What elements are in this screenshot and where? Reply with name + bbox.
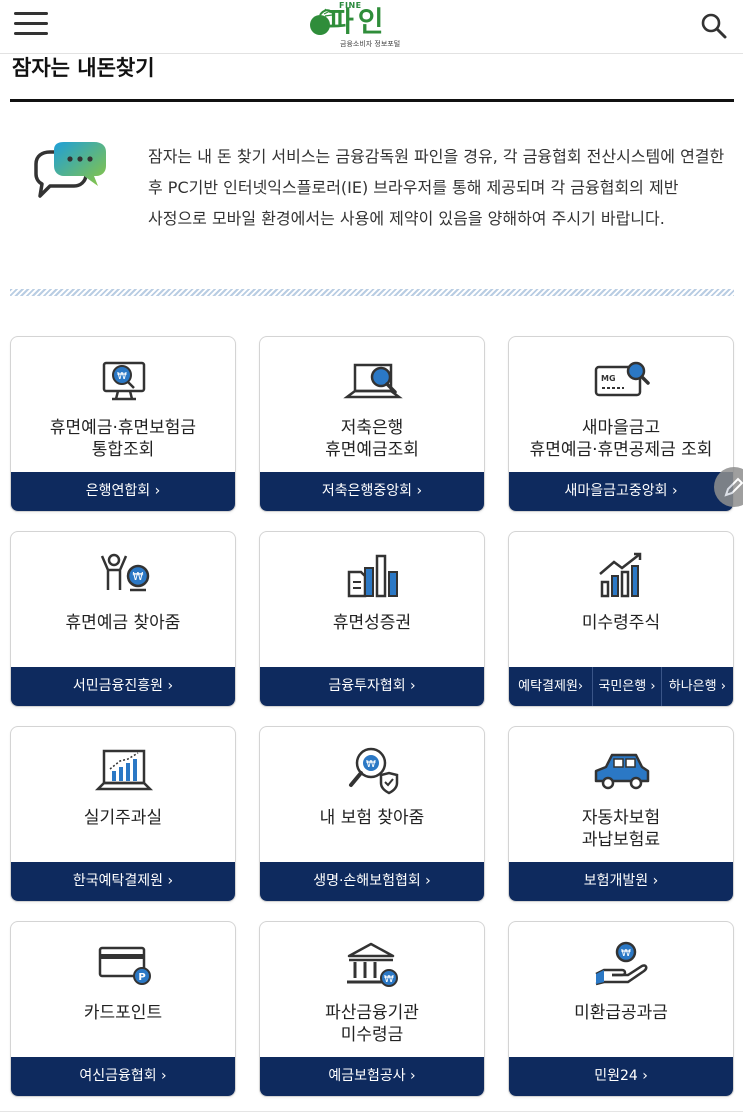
link-kdic[interactable]: 예금보험공사 › bbox=[260, 1057, 484, 1096]
notice-divider bbox=[10, 289, 734, 296]
link-minwon24[interactable]: 민원24 › bbox=[509, 1057, 733, 1096]
link-ksd-korea[interactable]: 한국예탁결제원 › bbox=[11, 862, 235, 901]
logo-word: 파인 bbox=[328, 5, 388, 38]
hand-coin-icon: ₩ bbox=[592, 940, 652, 992]
board-chart-icon bbox=[94, 745, 154, 797]
card-mg-community-credit[interactable]: MG 새마을금고 휴면예금·휴면공제금 조회 새마을금고중앙회 › bbox=[508, 336, 734, 512]
svg-text:₩: ₩ bbox=[366, 759, 376, 770]
card-unrefunded-utility-bills[interactable]: ₩ 미환급공과금 민원24 › bbox=[508, 921, 734, 1097]
magnifier-shield-icon: ₩ bbox=[343, 745, 403, 797]
logo-subtitle: 금융소비자 정보포털 bbox=[340, 40, 401, 48]
hamburger-menu-icon[interactable] bbox=[14, 12, 48, 38]
monitor-won-icon: ₩ bbox=[94, 355, 154, 407]
card-dormant-deposit-finder[interactable]: ₩ 휴면예금 찾아줌 서민금융진흥원 › bbox=[10, 531, 236, 707]
credit-card-point-icon: P bbox=[94, 940, 154, 992]
link-mg-federation[interactable]: 새마을금고중앙회 › bbox=[509, 472, 733, 511]
card-label: 자동차보험 과납보험료 bbox=[581, 808, 661, 850]
link-crefia[interactable]: 여신금융협회 › bbox=[11, 1057, 235, 1096]
link-savings-bank-federation[interactable]: 저축은행중앙회 › bbox=[260, 472, 484, 511]
bank-building-icon: ₩ bbox=[343, 940, 403, 992]
link-ksd[interactable]: 예탁결제원› bbox=[509, 667, 592, 706]
card-savings-bank[interactable]: 저축은행 휴면예금조회 저축은행중앙회 › bbox=[259, 336, 485, 512]
laptop-search-icon bbox=[343, 355, 403, 407]
page-title: 잠자는 내돈찾기 bbox=[12, 56, 155, 80]
card-label: 새마을금고 휴면예금·휴면공제금 조회 bbox=[529, 418, 713, 460]
card-dormant-deposit-insurance[interactable]: ₩ 휴면예금·휴면보험금 통합조회 은행연합회 › bbox=[10, 336, 236, 512]
svg-text:P: P bbox=[138, 972, 145, 983]
pencil-icon[interactable] bbox=[714, 467, 743, 507]
svg-text:MG: MG bbox=[601, 374, 616, 383]
card-label: 실기주과실 bbox=[83, 808, 163, 828]
card-real-stock-fruits[interactable]: 실기주과실 한국예탁결제원 › bbox=[10, 726, 236, 902]
bottom-divider bbox=[0, 1111, 743, 1112]
search-icon[interactable] bbox=[700, 12, 728, 40]
link-kb-bank[interactable]: 국민은행 › bbox=[592, 667, 660, 706]
card-search-icon: MG bbox=[592, 355, 652, 407]
fine-logo[interactable]: FINE 파인 금융소비자 정보포털 bbox=[306, 1, 408, 51]
link-life-nonlife-insurance[interactable]: 생명·손해보험협회 › bbox=[260, 862, 484, 901]
notice-text: 잠자는 내 돈 찾기 서비스는 금융감독원 파인을 경유, 각 금융협회 전산시… bbox=[148, 147, 725, 228]
card-label: 내 보험 찾아줌 bbox=[319, 808, 425, 828]
title-divider bbox=[10, 99, 734, 102]
top-bar: FINE 파인 금융소비자 정보포털 bbox=[0, 0, 743, 54]
link-bank-federation[interactable]: 은행연합회 › bbox=[11, 472, 235, 511]
card-unclaimed-stock[interactable]: 미수령주식 예탁결제원› 국민은행 › 하나은행 › bbox=[508, 531, 734, 707]
card-label: 휴면성증권 bbox=[332, 613, 412, 633]
card-label: 미환급공과금 bbox=[574, 1003, 668, 1023]
svg-text:₩: ₩ bbox=[117, 371, 127, 382]
growth-chart-icon bbox=[592, 550, 652, 602]
speech-bubbles-icon bbox=[28, 140, 110, 206]
link-kinfa[interactable]: 서민금융진흥원 › bbox=[11, 667, 235, 706]
card-insurance-finder[interactable]: ₩ 내 보험 찾아줌 생명·손해보험협회 › bbox=[259, 726, 485, 902]
svg-text:₩: ₩ bbox=[621, 948, 631, 959]
person-coin-icon: ₩ bbox=[94, 550, 154, 602]
card-dormant-securities[interactable]: 휴면성증권 금융투자협회 › bbox=[259, 531, 485, 707]
card-car-insurance-refund[interactable]: 자동차보험 과납보험료 보험개발원 › bbox=[508, 726, 734, 902]
card-label: 미수령주식 bbox=[581, 613, 661, 633]
link-group: 예탁결제원› 국민은행 › 하나은행 › bbox=[509, 667, 733, 706]
link-hana-bank[interactable]: 하나은행 › bbox=[660, 667, 733, 706]
link-kofia[interactable]: 금융투자협회 › bbox=[260, 667, 484, 706]
document-chart-icon bbox=[343, 550, 403, 602]
card-label: 휴면예금 찾아줌 bbox=[65, 613, 181, 633]
card-card-points[interactable]: P 카드포인트 여신금융협회 › bbox=[10, 921, 236, 1097]
link-kidi[interactable]: 보험개발원 › bbox=[509, 862, 733, 901]
card-label: 파산금융기관 미수령금 bbox=[325, 1003, 419, 1045]
card-label: 휴면예금·휴면보험금 통합조회 bbox=[49, 418, 197, 460]
card-label: 저축은행 휴면예금조회 bbox=[325, 418, 419, 460]
svg-text:₩: ₩ bbox=[133, 570, 144, 583]
car-icon bbox=[592, 745, 652, 797]
svg-text:₩: ₩ bbox=[384, 974, 394, 985]
card-bankrupt-institution[interactable]: ₩ 파산금융기관 미수령금 예금보험공사 › bbox=[259, 921, 485, 1097]
card-label: 카드포인트 bbox=[83, 1003, 163, 1023]
